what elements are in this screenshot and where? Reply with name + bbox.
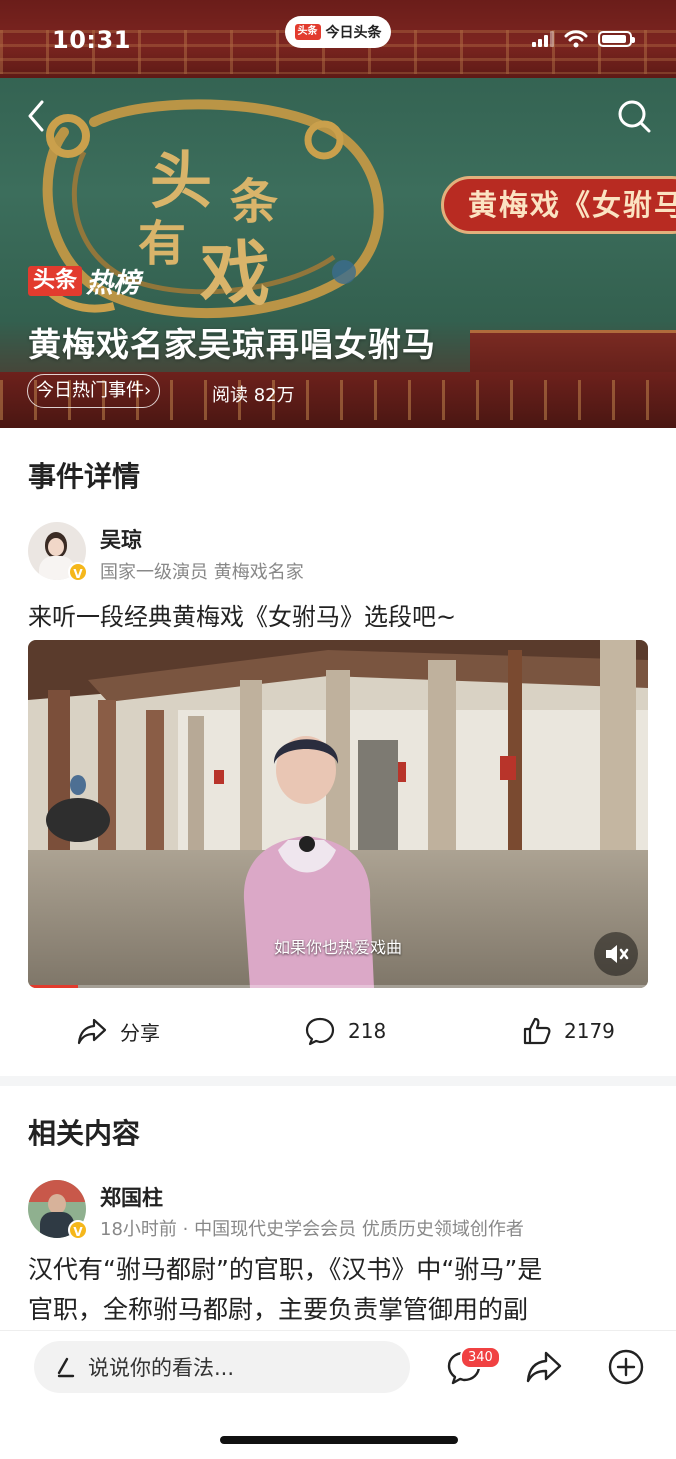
video-progress-bar[interactable]: [28, 985, 648, 988]
video-progress-fill: [28, 985, 78, 988]
share-label: 分享: [120, 1020, 160, 1045]
related-text-line[interactable]: 官职，全称驸马都尉，主要负责掌管御用的副: [28, 1290, 528, 1330]
comment-icon: [305, 1017, 335, 1046]
like-count: 2179: [564, 1019, 615, 1043]
back-arrow-icon[interactable]: [22, 96, 52, 136]
battery-icon: [598, 31, 635, 47]
share-icon[interactable]: [524, 1347, 564, 1387]
cellular-signal-icon: [532, 31, 554, 47]
wifi-icon: [564, 30, 588, 48]
verified-badge-icon: V: [68, 1220, 88, 1240]
section-divider: [0, 1076, 676, 1086]
author-description: 国家一级演员 黄梅戏名家: [100, 562, 304, 583]
comment-input-placeholder: 说说你的看法...: [88, 1356, 235, 1380]
share-icon: [77, 1018, 107, 1045]
related-post-time: 18小时前: [100, 1219, 177, 1240]
home-indicator: [220, 1436, 458, 1444]
toutiao-logo-icon: 头条: [294, 24, 321, 40]
author-avatar[interactable]: V: [28, 522, 88, 582]
comment-input[interactable]: 说说你的看法...: [34, 1341, 410, 1393]
comment-count: 218: [348, 1019, 387, 1043]
speaker-muted-icon: [606, 945, 629, 963]
comment-button[interactable]: 218: [304, 1016, 386, 1046]
related-text-line[interactable]: 汉代有“驸马都尉”的官职，《汉书》中“驸马”是: [28, 1250, 542, 1290]
hero-opera-tag: 黄梅戏《女驸马: [441, 176, 676, 234]
search-icon[interactable]: [614, 96, 654, 136]
hero-banner: 头 条 有 戏 10:31 头条 今日头条 黄梅戏《女驸马 头条 热榜 黄梅戏名…: [0, 0, 676, 428]
event-details-heading: 事件详情: [28, 460, 141, 493]
hot-event-chip-label: 今日热门事件: [36, 380, 144, 401]
video-subtitle: 如果你也热爱戏曲: [273, 938, 402, 957]
app-source-label: 今日头条: [325, 25, 382, 41]
chevron-right-icon: ›: [144, 380, 152, 401]
author-name[interactable]: 吴琼: [100, 524, 142, 554]
calligraphy-char-3: 有: [138, 216, 187, 272]
related-author-meta: 18小时前 · 中国现代史学会会员 优质历史领域创作者: [100, 1215, 524, 1241]
app-source-pill[interactable]: 头条 今日头条: [285, 16, 391, 48]
hot-list-badge: 头条 热榜: [28, 261, 140, 300]
related-content-heading: 相关内容: [28, 1117, 141, 1150]
comment-count-badge: 340: [460, 1346, 501, 1369]
share-button[interactable]: 分享: [76, 1016, 160, 1046]
hot-event-chip[interactable]: 今日热门事件›: [27, 374, 161, 408]
status-time: 10:31: [52, 26, 131, 54]
calligraphy-char-4: 戏: [200, 232, 270, 315]
related-author-description: 中国现代史学会会员 优质历史领域创作者: [194, 1219, 524, 1240]
hot-list-label: 热榜: [86, 268, 141, 299]
status-icons: [532, 30, 635, 48]
read-count: 阅读 82万: [212, 385, 295, 406]
video-player[interactable]: 如果你也热爱戏曲: [28, 640, 648, 988]
add-icon[interactable]: [606, 1347, 646, 1387]
post-text: 来听一段经典黄梅戏《女驸马》选段吧~: [28, 603, 457, 631]
related-author-avatar[interactable]: V: [28, 1180, 88, 1240]
like-button[interactable]: 2179: [522, 1016, 615, 1046]
verified-badge-icon: V: [68, 562, 88, 582]
event-title: 黄梅戏名家吴琼再唱女驸马: [28, 325, 436, 364]
related-author-name[interactable]: 郑国柱: [100, 1182, 163, 1212]
meta-separator: ·: [182, 1219, 195, 1240]
pencil-icon: [57, 1357, 75, 1378]
mute-toggle-button[interactable]: [594, 932, 638, 976]
thumbs-up-icon: [523, 1017, 551, 1045]
toutiao-hot-logo-icon: 头条: [28, 265, 83, 296]
